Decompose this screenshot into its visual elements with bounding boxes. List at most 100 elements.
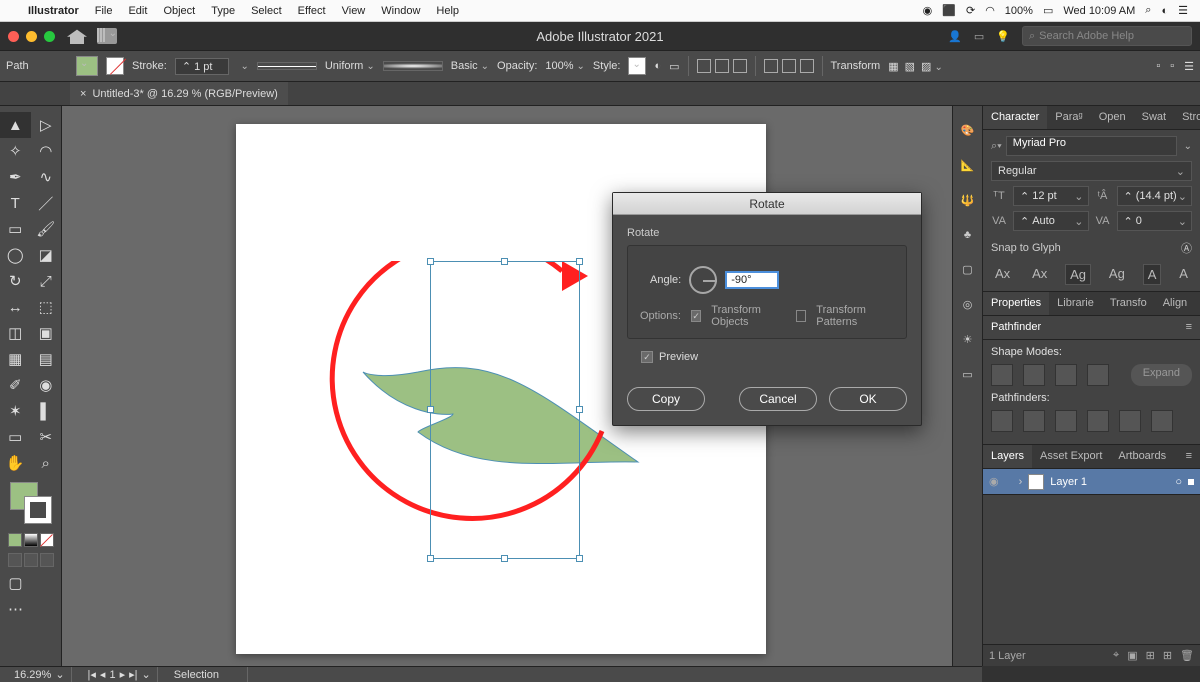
- eyedropper-tool[interactable]: ✐: [0, 372, 31, 398]
- free-transform-tool[interactable]: ⬚: [31, 294, 62, 320]
- menu-file[interactable]: File: [95, 5, 113, 17]
- stroke-weight-input[interactable]: ⌃1 pt: [175, 58, 230, 75]
- selection-tool[interactable]: ▲: [0, 112, 31, 138]
- glyph-opt-2[interactable]: Ax: [1028, 264, 1051, 285]
- kerning-field[interactable]: ⌃Auto: [1013, 211, 1089, 231]
- menu-object[interactable]: Object: [163, 5, 195, 17]
- glyph-opt-1[interactable]: Ax: [991, 264, 1014, 285]
- glyph-opt-4[interactable]: Ag: [1105, 264, 1129, 285]
- select-similar-icon[interactable]: ▨: [921, 60, 943, 73]
- preferences-icon[interactable]: ☰: [1184, 60, 1194, 73]
- font-style-field[interactable]: Regular: [991, 161, 1192, 181]
- glyph-opt-6[interactable]: A: [1175, 264, 1192, 285]
- home-icon[interactable]: [67, 28, 87, 44]
- width-tool[interactable]: ↔: [0, 294, 31, 320]
- eraser-tool[interactable]: ◪: [31, 242, 62, 268]
- perspective-tool[interactable]: ▣: [31, 320, 62, 346]
- menu-select[interactable]: Select: [251, 5, 282, 17]
- outline-icon[interactable]: [1119, 410, 1141, 432]
- menu-window[interactable]: Window: [381, 5, 420, 17]
- trim-icon[interactable]: [1023, 410, 1045, 432]
- leading-field[interactable]: ⌃(14.4 pt): [1117, 186, 1193, 206]
- find-font-icon[interactable]: ⌕▾: [991, 140, 1002, 153]
- fill-swatch[interactable]: [76, 56, 98, 76]
- sync-icon[interactable]: ⟳: [966, 4, 975, 17]
- glyph-opt-5[interactable]: A: [1143, 264, 1162, 285]
- menu-effect[interactable]: Effect: [298, 5, 326, 17]
- align-vcenter-icon[interactable]: [782, 59, 796, 73]
- angle-input[interactable]: [725, 271, 779, 289]
- variable-width-profile[interactable]: [383, 61, 443, 71]
- edit-toolbar-icon[interactable]: ⋯: [0, 596, 31, 622]
- graph-tool[interactable]: ▌: [31, 398, 62, 424]
- direct-selection-tool[interactable]: ▷: [31, 112, 62, 138]
- spotlight-icon[interactable]: ⌕: [1145, 4, 1151, 17]
- handle-se[interactable]: [576, 555, 583, 562]
- expand-button[interactable]: Expand: [1131, 364, 1192, 386]
- siri-icon[interactable]: ◐: [1161, 5, 1168, 17]
- arrange-docs-icon[interactable]: [97, 28, 117, 44]
- transparency-panel-icon[interactable]: ▢: [962, 263, 972, 276]
- opacity-value[interactable]: 100%: [545, 60, 585, 72]
- expand-layer-icon[interactable]: ›: [1019, 476, 1023, 488]
- slice-tool[interactable]: ✂: [31, 424, 62, 450]
- clock[interactable]: Wed 10:09 AM: [1063, 5, 1135, 17]
- tab-properties[interactable]: Properties: [983, 292, 1049, 315]
- menu-view[interactable]: View: [342, 5, 366, 17]
- width-profile-label[interactable]: Uniform: [325, 60, 375, 72]
- align-bottom-icon[interactable]: [800, 59, 814, 73]
- handle-w[interactable]: [427, 406, 434, 413]
- color-guide-icon[interactable]: 📐: [961, 159, 975, 172]
- minus-front-icon[interactable]: [1023, 364, 1045, 386]
- tab-artboards[interactable]: Artboards: [1110, 445, 1174, 468]
- tab-asset-export[interactable]: Asset Export: [1032, 445, 1110, 468]
- pathfinder-menu-icon[interactable]: ≡: [1178, 316, 1200, 339]
- stroke-swatch[interactable]: [106, 57, 124, 75]
- color-panel-icon[interactable]: 🎨: [961, 124, 975, 137]
- tab-transform[interactable]: Transfo: [1102, 292, 1155, 315]
- font-family-field[interactable]: Myriad Pro: [1006, 136, 1177, 156]
- transform-patterns-checkbox[interactable]: [796, 310, 806, 322]
- font-family-dropdown[interactable]: [1181, 140, 1192, 152]
- merge-icon[interactable]: [1055, 410, 1077, 432]
- make-clipping-mask-icon[interactable]: ▣: [1127, 649, 1137, 662]
- stroke-weight-dropdown[interactable]: [237, 60, 248, 72]
- align-right-icon[interactable]: [733, 59, 747, 73]
- brushes-panel-icon[interactable]: ♣: [964, 229, 971, 241]
- target-icon[interactable]: ○: [1175, 476, 1182, 488]
- copy-button[interactable]: Copy: [627, 387, 705, 411]
- selection-bounding-box[interactable]: [430, 261, 580, 559]
- fill-stroke-control[interactable]: [10, 482, 52, 524]
- style-swatch[interactable]: [628, 57, 646, 75]
- tab-swatches[interactable]: Swat: [1134, 106, 1174, 129]
- hint-icon[interactable]: 💡: [996, 30, 1010, 43]
- menu-help[interactable]: Help: [436, 5, 459, 17]
- gradient-panel-icon[interactable]: ☀: [963, 333, 973, 346]
- layer-name[interactable]: Layer 1: [1050, 476, 1087, 488]
- symbol-sprayer-tool[interactable]: ✶: [0, 398, 31, 424]
- paintbrush-tool[interactable]: 🖌: [31, 216, 62, 242]
- unite-icon[interactable]: [991, 364, 1013, 386]
- dropbox-icon[interactable]: ⬛: [942, 4, 956, 17]
- shaper-tool[interactable]: ◯: [0, 242, 31, 268]
- menu-type[interactable]: Type: [211, 5, 235, 17]
- magic-wand-tool[interactable]: ✧: [0, 138, 31, 164]
- align-to-icon[interactable]: ▭: [669, 60, 679, 73]
- shape-builder-tool[interactable]: ◫: [0, 320, 31, 346]
- fullscreen-icon[interactable]: [44, 31, 55, 42]
- handle-n[interactable]: [501, 258, 508, 265]
- draw-inside-icon[interactable]: [40, 553, 54, 567]
- cancel-button[interactable]: Cancel: [739, 387, 817, 411]
- locate-layer-icon[interactable]: ⌖: [1113, 649, 1119, 662]
- lasso-tool[interactable]: ◠: [31, 138, 62, 164]
- stroke-profile[interactable]: [257, 62, 317, 70]
- transform-link[interactable]: Transform: [831, 60, 881, 72]
- ok-button[interactable]: OK: [829, 387, 907, 411]
- app-menu[interactable]: Illustrator: [28, 5, 79, 17]
- divide-icon[interactable]: [991, 410, 1013, 432]
- scale-tool[interactable]: ⤢: [31, 268, 62, 294]
- appearance-panel-icon[interactable]: ◎: [963, 298, 973, 311]
- align-left-icon[interactable]: [697, 59, 711, 73]
- hand-tool[interactable]: ✋: [0, 450, 31, 476]
- valign-buttons[interactable]: [764, 59, 814, 73]
